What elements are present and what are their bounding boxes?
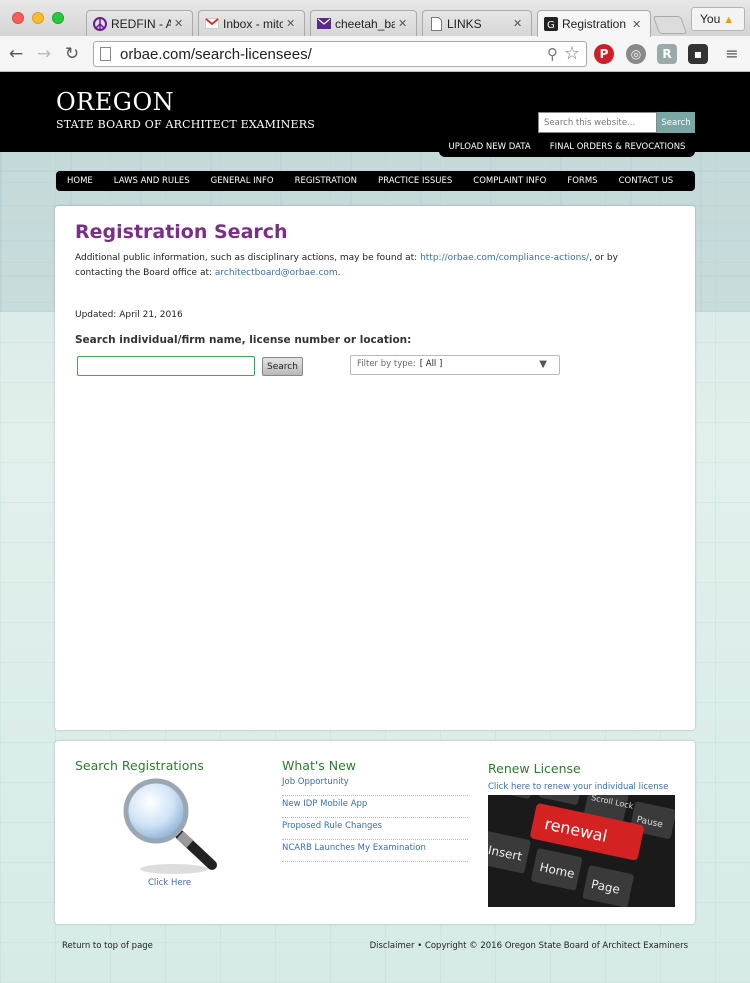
back-arrow-icon[interactable]: ← [6,44,26,64]
browser-tab-registration[interactable]: G Registration ✕ [537,10,651,37]
whats-new-list: Job Opportunity New IDP Mobile App Propo… [282,774,468,862]
whats-new-title: What's New [282,758,357,773]
click-here-link[interactable]: Click Here [148,878,191,888]
minimize-window-button[interactable] [32,12,44,24]
dropdown-arrow-icon: ▼ [539,359,547,370]
licensee-search-button[interactable]: Search [262,357,303,376]
main-nav: HOME LAWS AND RULES GENERAL INFO REGISTR… [56,171,695,191]
new-tab-button[interactable] [652,16,688,34]
search-registrations-title: Search Registrations [75,758,204,773]
licensee-search-input[interactable] [77,356,255,376]
filter-by-type-select[interactable]: Filter by type:[ All ] ▼ [350,355,560,375]
close-tab-icon[interactable]: ✕ [513,17,525,30]
nav-item-laws-and-rules[interactable]: LAWS AND RULES [114,176,190,186]
extension-dark-icon[interactable]: ▪ [688,44,708,64]
compliance-actions-link[interactable]: http://orbae.com/compliance-actions/ [420,253,589,263]
footer-widgets: Search Registrations Click Here What's N… [55,741,695,924]
renew-license-title: Renew License [488,761,581,776]
nav-item-home[interactable]: HOME [67,176,93,186]
nav-item-registration[interactable]: REGISTRATION [295,176,357,186]
extension-r-icon[interactable]: R [657,44,677,64]
forward-arrow-icon[interactable]: → [34,44,54,64]
page-icon [429,16,443,31]
page-footer: Return to top of page Disclaimer • Copyr… [62,941,688,951]
copyright-text: Disclaimer • Copyright © 2016 Oregon Sta… [369,941,688,951]
profile-button[interactable]: You ▲ [691,7,745,31]
mail-icon [317,17,331,31]
page-icon [100,47,111,61]
main-content: Registration Search Additional public in… [55,206,695,730]
site-search-input[interactable] [538,112,657,133]
gmail-icon [205,17,219,31]
address-bar[interactable]: orbae.com/search-licensees/ ⚲ ☆ [93,41,587,67]
site-logo-title[interactable]: OREGON [56,88,174,116]
utility-link-final-orders[interactable]: FINAL ORDERS & REVOCATIONS [550,142,686,152]
nav-item-practice-issues[interactable]: PRACTICE ISSUES [378,176,452,186]
page-title: Registration Search [75,221,288,243]
search-label: Search individual/firm name, license num… [75,334,412,346]
news-item-job-opportunity[interactable]: Job Opportunity [282,774,468,796]
intro-text: Additional public information, such as d… [75,253,618,278]
browser-tab-inbox[interactable]: Inbox - mitc ✕ [198,10,305,36]
site-search: Search [538,112,695,134]
browser-tab-strip: REDFIN - As ✕ Inbox - mitc ✕ cheetah_bal… [0,0,750,37]
svg-text:G: G [547,20,555,31]
nav-item-general-info[interactable]: GENERAL INFO [211,176,274,186]
news-item-ncarb-launches[interactable]: NCARB Launches My Examination [282,840,468,862]
utility-link-upload-new-data[interactable]: UPLOAD NEW DATA [449,142,531,152]
nav-item-forms[interactable]: FORMS [567,176,597,186]
site-search-button[interactable]: Search [657,112,695,133]
utility-nav: UPLOAD NEW DATA FINAL ORDERS & REVOCATIO… [439,137,695,157]
g-icon: G [544,17,558,31]
web-page: OREGON STATE BOARD OF ARCHITECT EXAMINER… [0,72,750,983]
browser-toolbar: ← → ↻ orbae.com/search-licensees/ ⚲ ☆ P … [0,36,750,72]
nav-item-contact-us[interactable]: CONTACT US [619,176,674,186]
news-item-idp-mobile-app[interactable]: New IDP Mobile App [282,796,468,818]
site-logo-subtitle[interactable]: STATE BOARD OF ARCHITECT EXAMINERS [56,118,315,131]
bookmark-star-icon[interactable]: ☆ [564,43,580,64]
peace-icon [93,16,107,31]
close-tab-icon[interactable]: ✕ [398,17,410,30]
maximize-window-button[interactable] [52,12,64,24]
renewal-keyboard-image[interactable]: space Scroll Lock Pause renewal Insert H… [488,795,675,907]
pinterest-icon[interactable]: P [594,44,614,64]
close-tab-icon[interactable]: ✕ [174,17,186,30]
magnifier-icon[interactable] [122,777,222,877]
close-tab-icon[interactable]: ✕ [286,17,298,30]
renew-license-link[interactable]: Click here to renew your individual lice… [488,782,668,792]
browser-tab-links[interactable]: LINKS ✕ [422,10,532,36]
board-email-link[interactable]: architectboard@orbae.com [215,268,338,278]
updated-date: Updated: April 21, 2016 [75,310,183,320]
news-item-proposed-rule-changes[interactable]: Proposed Rule Changes [282,818,468,840]
reload-icon[interactable]: ↻ [62,44,82,64]
film-reel-icon[interactable]: ◎ [626,44,646,64]
zoom-icon[interactable]: ⚲ [547,45,558,63]
browser-tab-cheetah[interactable]: cheetah_bal ✕ [310,10,417,36]
nav-item-complaint-info[interactable]: COMPLAINT INFO [473,176,546,186]
back-to-top-link[interactable]: Return to top of page [62,941,153,951]
close-tab-icon[interactable]: ✕ [632,18,644,31]
close-window-button[interactable] [12,12,24,24]
menu-icon[interactable]: ≡ [722,44,742,64]
warning-icon: ▲ [723,14,735,26]
browser-tab-redfin[interactable]: REDFIN - As ✕ [86,10,193,36]
